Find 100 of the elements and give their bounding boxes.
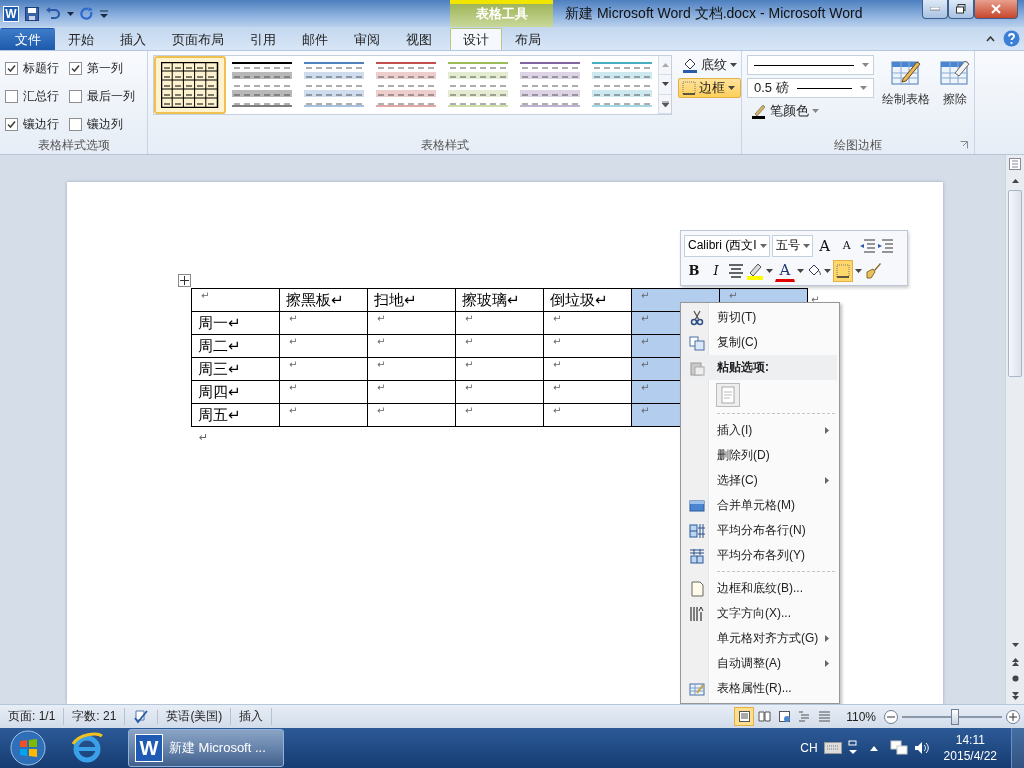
zoom-slider-thumb[interactable] [951, 708, 959, 725]
close-button[interactable] [974, 0, 1018, 19]
font-size-dropdown[interactable]: 五号 [771, 234, 813, 257]
minimize-button[interactable] [922, 0, 948, 19]
show-hidden-icons-icon[interactable] [869, 745, 878, 751]
line-weight-dropdown[interactable]: 0.5 磅 [747, 78, 874, 98]
page-icon [737, 710, 751, 723]
grid-style-icon [161, 62, 219, 108]
dialog-launcher-icon[interactable] [960, 141, 968, 149]
language-indicator[interactable]: CH [800, 741, 818, 755]
ribbon-tab[interactable]: 文件 [0, 28, 55, 50]
eraser-button[interactable]: 擦除 [938, 55, 972, 136]
page-count[interactable]: 页面: 1/1 [0, 708, 65, 725]
ribbon-tab[interactable]: 审阅 [341, 28, 393, 50]
ribbon-tab[interactable]: 引用 [237, 28, 289, 50]
borders-button[interactable]: 边框 [678, 78, 741, 98]
menu-item[interactable]: 删除列(D) [711, 447, 837, 464]
network-icon[interactable] [889, 740, 908, 756]
volume-icon[interactable] [913, 741, 930, 755]
collapse-ribbon-icon[interactable] [986, 35, 995, 42]
zoom-out-button[interactable] [884, 709, 898, 724]
word-count[interactable]: 字数: 21 [64, 708, 126, 725]
center-align-icon[interactable] [728, 263, 744, 278]
options-icon[interactable] [847, 740, 858, 756]
table-style[interactable] [154, 56, 226, 114]
menu-item[interactable]: 自动调整(A) [711, 655, 825, 672]
zoom-in-button[interactable] [1006, 709, 1020, 724]
keyboard-icon[interactable] [823, 742, 842, 754]
save-icon[interactable] [25, 6, 39, 21]
menu-item[interactable]: 合并单元格(M) [711, 497, 837, 514]
language-indicator[interactable]: 英语(美国) [158, 708, 232, 725]
redo-icon[interactable] [80, 6, 94, 21]
clock[interactable]: 14:11 2015/4/22 [935, 732, 1005, 764]
table-move-handle[interactable] [178, 274, 191, 287]
more-button[interactable] [659, 94, 671, 114]
menu-item[interactable]: 平均分布各列(Y) [711, 547, 837, 564]
ribbon-tab[interactable]: 页面布局 [159, 28, 237, 50]
dropdown-arrow-icon [759, 243, 767, 248]
decrease-indent-icon[interactable] [858, 238, 875, 253]
vertical-scrollbar[interactable] [1005, 155, 1024, 704]
menu-item[interactable]: 文字方向(X)... [711, 605, 837, 622]
lines-icon [817, 710, 831, 723]
ribbon-tab[interactable]: 视图 [393, 28, 445, 50]
table-cell: 周二↵ [191, 334, 280, 358]
checkbox[interactable] [5, 62, 18, 75]
proofing-icon[interactable] [133, 709, 150, 724]
increase-indent-icon[interactable] [876, 238, 893, 253]
window-title: 新建 Microsoft Word 文档.docx - Microsoft Word [564, 3, 864, 23]
start-button-icon[interactable] [10, 730, 46, 766]
format-painter-icon[interactable] [864, 261, 882, 280]
text-direction-icon [689, 605, 705, 622]
app-logo[interactable]: W [3, 5, 19, 22]
line-icon [754, 63, 854, 67]
menu-item[interactable]: 单元格对齐方式(G) [711, 630, 825, 647]
scroll-thumb[interactable] [1008, 190, 1022, 377]
ribbon-tab[interactable]: 布局 [502, 28, 554, 50]
restore-button[interactable] [948, 0, 974, 19]
checkbox[interactable] [69, 62, 82, 75]
checkbox[interactable] [69, 118, 82, 131]
help-icon[interactable] [1003, 30, 1020, 47]
ruler-toggle-icon[interactable] [1006, 155, 1024, 172]
banded-style-icon [520, 62, 580, 108]
shrink-font-button[interactable]: A [836, 234, 857, 257]
shading-button[interactable]: 底纹 [678, 55, 741, 75]
pen-icon [751, 103, 767, 119]
menu-item[interactable]: 边框和底纹(B)... [711, 580, 837, 597]
taskbar-button[interactable]: W 新建 Microsoft ... [128, 729, 284, 767]
zoom-level[interactable]: 110% [834, 709, 884, 724]
bold-button[interactable]: B [684, 259, 704, 282]
line-style-dropdown[interactable] [747, 55, 874, 75]
draw-table-button[interactable]: 绘制表格 [880, 55, 932, 136]
view-button[interactable] [734, 707, 755, 726]
grow-font-button[interactable]: A [814, 234, 835, 257]
browser-icon[interactable] [70, 732, 104, 764]
table-properties-icon [689, 680, 705, 697]
dropdown-arrow-icon [824, 268, 831, 273]
font-color-button[interactable]: A [775, 259, 795, 282]
pen-color-button[interactable]: 笔颜色 [747, 101, 874, 121]
font-dropdown[interactable]: Calibri (西文I [684, 234, 770, 257]
undo-icon[interactable] [45, 6, 61, 21]
checkbox[interactable] [5, 118, 18, 131]
checkbox[interactable] [69, 90, 82, 103]
ribbon-tab[interactable]: 邮件 [289, 28, 341, 50]
italic-button[interactable]: I [706, 259, 726, 282]
customize-icon[interactable] [100, 8, 108, 19]
banded-style-icon [232, 62, 292, 108]
submenu-arrow-icon [825, 427, 829, 434]
highlighter-icon[interactable] [746, 261, 764, 280]
ribbon-tab[interactable]: 插入 [107, 28, 159, 50]
menu-item[interactable]: 表格属性(R)... [711, 680, 837, 697]
checkbox[interactable] [5, 90, 18, 103]
banded-style-icon [448, 62, 508, 108]
ribbon-tab[interactable]: 设计 [450, 28, 502, 50]
banded-style-icon [592, 62, 652, 108]
menu-item[interactable]: 选择(C) [711, 472, 825, 489]
insert-mode-indicator[interactable]: 插入 [231, 708, 273, 725]
scroll-down-button[interactable] [659, 75, 671, 95]
ribbon-tab[interactable]: 开始 [55, 28, 107, 50]
menu-item[interactable]: 平均分布各行(N) [711, 522, 837, 539]
border-button[interactable] [833, 259, 853, 282]
